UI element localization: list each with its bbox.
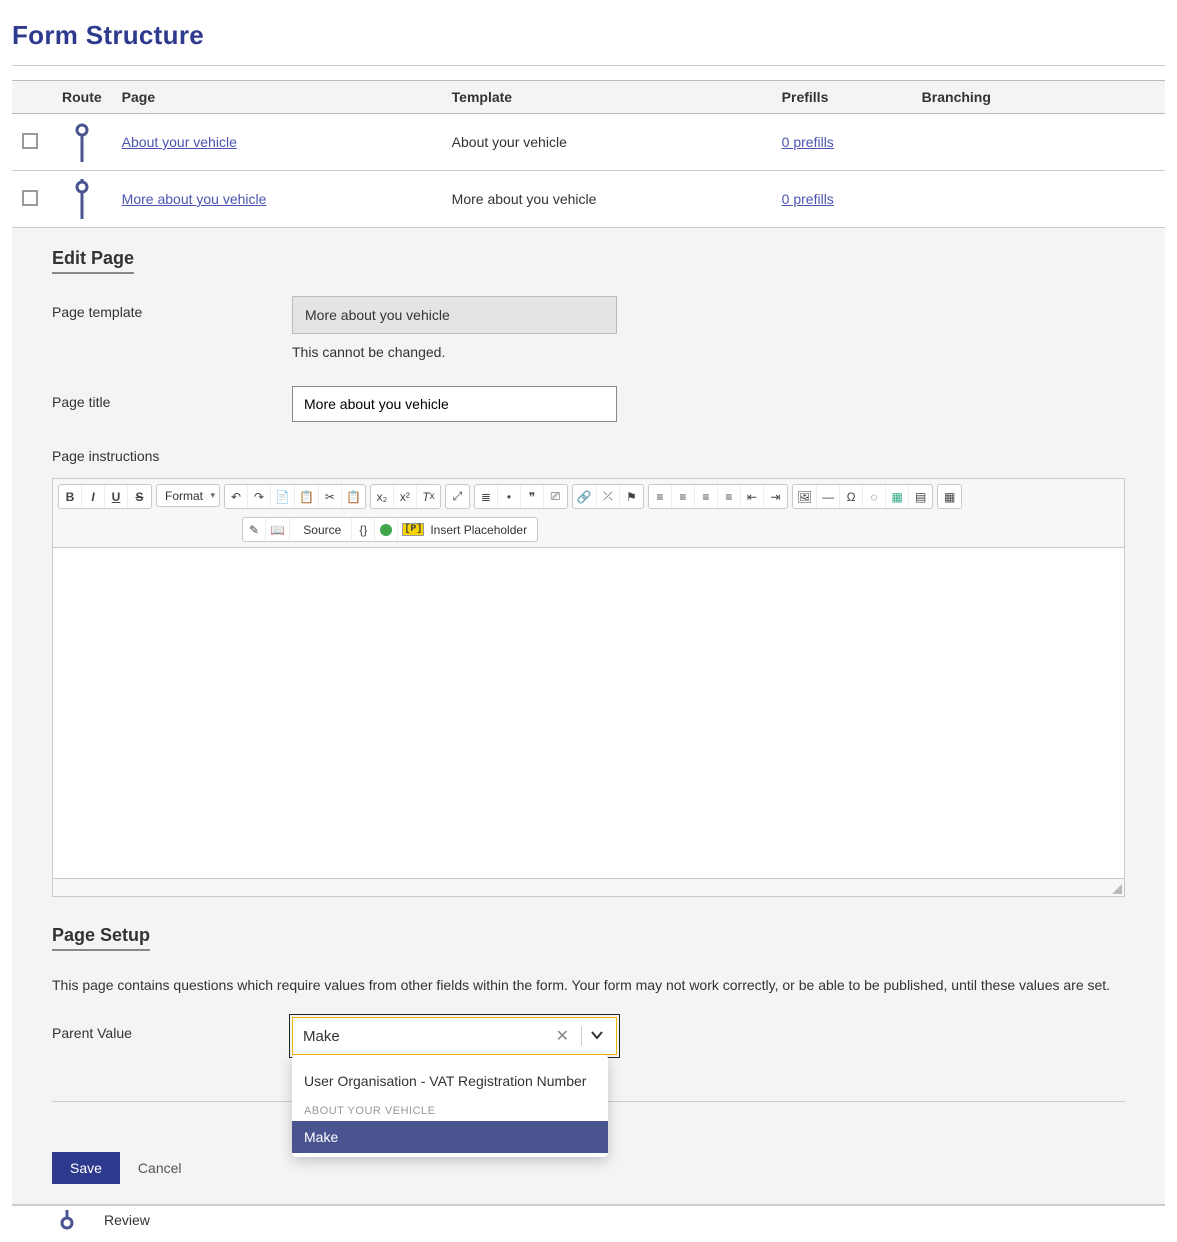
- strike-icon[interactable]: S: [128, 485, 151, 508]
- bold-icon[interactable]: B: [59, 485, 82, 508]
- edit-page-panel: Edit Page Page template More about you v…: [12, 228, 1165, 1205]
- indent-icon[interactable]: ⇥: [764, 485, 787, 508]
- unlink-icon[interactable]: ⤫: [597, 485, 620, 508]
- row-checkbox[interactable]: [22, 190, 38, 206]
- editor-body[interactable]: [53, 548, 1124, 878]
- hr-icon[interactable]: ―: [817, 485, 840, 508]
- review-row-label: Review: [104, 1212, 150, 1228]
- div-icon[interactable]: ⎚: [544, 485, 567, 508]
- page-link[interactable]: More about you vehicle: [122, 191, 267, 207]
- chevron-down-icon[interactable]: [586, 1028, 608, 1045]
- image-icon[interactable]: 🖼: [793, 485, 817, 508]
- align-center-icon[interactable]: ≡: [672, 485, 695, 508]
- align-justify-icon[interactable]: ≡: [718, 485, 741, 508]
- col-page: Page: [112, 81, 442, 114]
- embed-icon[interactable]: ◌: [863, 485, 886, 508]
- numbered-list-icon[interactable]: ≣: [475, 485, 498, 508]
- template-cell: More about you vehicle: [442, 171, 772, 228]
- paste-text-icon[interactable]: 📋: [342, 485, 365, 508]
- route-node-icon: [60, 1210, 74, 1230]
- page-instructions-label: Page instructions: [52, 448, 1125, 464]
- template-icon[interactable]: ▦: [886, 485, 909, 508]
- special-char-icon[interactable]: Ω: [840, 485, 863, 508]
- parent-value-dropdown: User Organisation - VAT Registration Num…: [292, 1055, 608, 1157]
- code-icon[interactable]: {}: [352, 518, 375, 541]
- dropdown-option[interactable]: User Organisation - VAT Registration Num…: [292, 1065, 608, 1097]
- parent-value-label: Parent Value: [52, 1017, 292, 1041]
- route-node-icon: [75, 179, 89, 219]
- page-title-input[interactable]: [292, 386, 617, 422]
- info-icon[interactable]: [375, 518, 398, 541]
- rich-text-editor: B I U S Format ↶ ↷ 📄 📋 ✂ 📋 x₂ x²: [52, 478, 1125, 897]
- form-structure-table: Route Page Template Prefills Branching A…: [12, 80, 1165, 228]
- source-icon[interactable]: Source: [290, 518, 352, 541]
- underline-icon[interactable]: U: [105, 485, 128, 508]
- copy-icon[interactable]: 📄: [271, 485, 295, 508]
- link-icon[interactable]: 🔗: [573, 485, 597, 508]
- anchor-icon[interactable]: ⚑: [620, 485, 643, 508]
- redo-icon[interactable]: ↷: [248, 485, 271, 508]
- col-template: Template: [442, 81, 772, 114]
- table-row: More about you vehicle More about you ve…: [12, 171, 1165, 228]
- table-row: About your vehicle About your vehicle 0 …: [12, 114, 1165, 171]
- undo-icon[interactable]: ↶: [225, 485, 248, 508]
- page-title-label: Page title: [52, 386, 292, 410]
- book-icon[interactable]: 📖: [266, 518, 290, 541]
- dropdown-option-active[interactable]: Make: [292, 1121, 608, 1153]
- align-right-icon[interactable]: ≡: [695, 485, 718, 508]
- prefills-link[interactable]: 0 prefills: [782, 191, 834, 207]
- parent-value-select[interactable]: Make ✕: [292, 1017, 617, 1055]
- page-link[interactable]: About your vehicle: [122, 134, 237, 150]
- editor-resize-handle[interactable]: [53, 878, 1124, 896]
- format-dropdown[interactable]: Format: [156, 484, 220, 507]
- italic-icon[interactable]: I: [82, 485, 105, 508]
- row-checkbox[interactable]: [22, 133, 38, 149]
- page-template-label: Page template: [52, 296, 292, 320]
- clear-icon[interactable]: ✕: [548, 1026, 577, 1046]
- spellcheck-icon[interactable]: ✎: [243, 518, 266, 541]
- save-button[interactable]: Save: [52, 1152, 120, 1184]
- template-cell: About your vehicle: [442, 114, 772, 171]
- page-template-value: More about you vehicle: [292, 296, 617, 334]
- prefills-link[interactable]: 0 prefills: [782, 134, 834, 150]
- col-route: Route: [52, 81, 112, 114]
- paste-icon[interactable]: 📋: [295, 485, 319, 508]
- page-title: Form Structure: [12, 20, 1165, 66]
- bullet-list-icon[interactable]: •: [498, 485, 521, 508]
- align-left-icon[interactable]: ≡: [649, 485, 672, 508]
- maximize-icon[interactable]: ⤢: [446, 485, 469, 508]
- insert-placeholder-button[interactable]: [P]Insert Placeholder: [398, 518, 537, 541]
- subscript-icon[interactable]: x₂: [371, 485, 394, 508]
- remove-format-icon[interactable]: Tx: [417, 485, 440, 508]
- page-template-hint: This cannot be changed.: [292, 344, 1125, 360]
- blockquote-icon[interactable]: ❞: [521, 485, 544, 508]
- page-setup-heading: Page Setup: [52, 925, 150, 951]
- table-icon[interactable]: ▦: [938, 485, 961, 508]
- outdent-icon[interactable]: ⇤: [741, 485, 764, 508]
- col-branching: Branching: [912, 81, 1165, 114]
- iframe-icon[interactable]: ▤: [909, 485, 932, 508]
- cancel-button[interactable]: Cancel: [138, 1160, 182, 1176]
- parent-value-selected: Make: [303, 1028, 548, 1045]
- route-node-icon: [75, 122, 89, 162]
- superscript-icon[interactable]: x²: [394, 485, 417, 508]
- dropdown-group-header: ABOUT YOUR VEHICLE: [292, 1097, 608, 1121]
- page-setup-description: This page contains questions which requi…: [52, 977, 1125, 993]
- edit-page-heading: Edit Page: [52, 248, 134, 274]
- cut-icon[interactable]: ✂: [319, 485, 342, 508]
- col-prefills: Prefills: [772, 81, 912, 114]
